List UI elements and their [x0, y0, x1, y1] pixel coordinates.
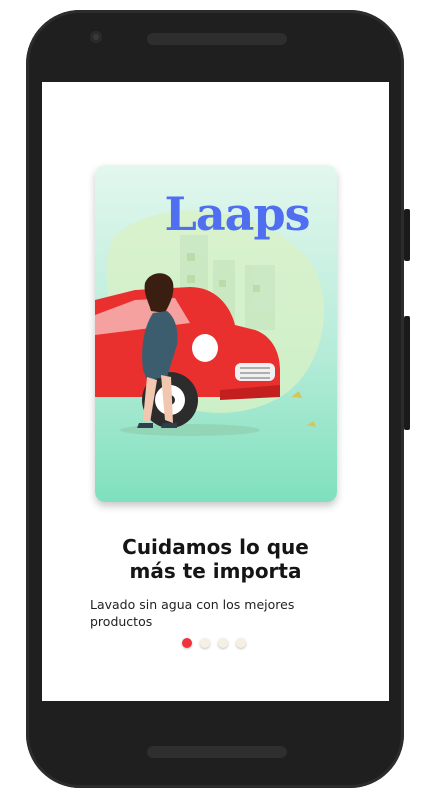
page-dot-4[interactable] [236, 638, 246, 648]
title-line-1: Cuidamos lo que [122, 535, 309, 559]
volume-button [404, 209, 410, 261]
earpiece-speaker [147, 33, 287, 45]
page-indicator [182, 638, 246, 648]
brand-logo: Laaps [164, 187, 310, 241]
onboarding-screen: Laaps Cuidamos lo que más te importa Lav… [42, 82, 389, 701]
power-button [404, 316, 410, 430]
page-dot-1[interactable] [182, 638, 192, 648]
onboarding-subtitle: Lavado sin agua con los mejores producto… [90, 597, 295, 629]
bottom-speaker [147, 746, 287, 758]
onboarding-title: Cuidamos lo que más te importa [42, 535, 389, 583]
page-dot-3[interactable] [218, 638, 228, 648]
hero-illustration-card: Laaps [95, 165, 337, 502]
title-line-2: más te importa [129, 559, 302, 583]
page-dot-2[interactable] [200, 638, 210, 648]
front-camera [90, 31, 102, 43]
